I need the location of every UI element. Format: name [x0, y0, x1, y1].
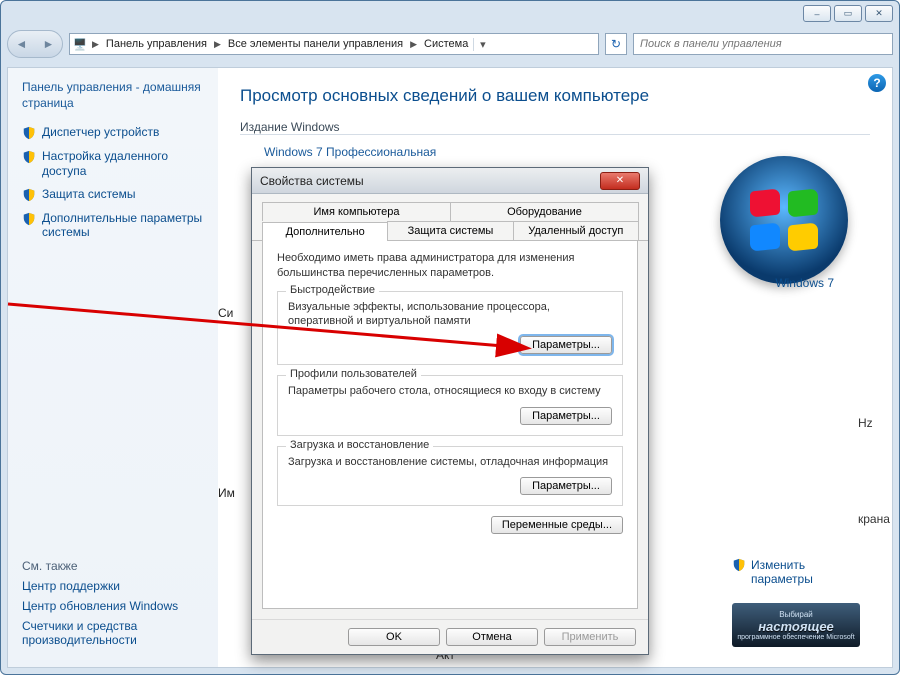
- sidebar-link-label: Дополнительные параметры системы: [42, 211, 204, 240]
- group-startup-recovery: Загрузка и восстановление Загрузка и вос…: [277, 446, 623, 506]
- see-also-link[interactable]: Центр обновления Windows: [22, 599, 204, 613]
- sidebar-link-label: Защита системы: [42, 187, 135, 201]
- forward-icon[interactable]: ►: [35, 31, 62, 57]
- badge-line: настоящее: [758, 619, 834, 634]
- shield-icon: [22, 150, 36, 164]
- sidebar-link-label: Настройка удаленного доступа: [42, 149, 204, 178]
- see-also-header: См. также: [22, 559, 204, 573]
- group-description: Визуальные эффекты, использование процес…: [288, 300, 612, 329]
- maximize-button[interactable]: ▭: [834, 5, 862, 22]
- group-legend: Быстродействие: [286, 284, 379, 296]
- chevron-right-icon[interactable]: ▶: [90, 39, 101, 50]
- group-legend: Загрузка и восстановление: [286, 439, 433, 451]
- search-box[interactable]: [633, 33, 893, 55]
- windows-logo: [720, 156, 848, 284]
- window-controls: – ▭ ✕: [803, 5, 893, 22]
- sidebar: Панель управления - домашняя страница Ди…: [8, 68, 218, 667]
- admin-rights-note: Необходимо иметь права администратора дл…: [277, 251, 623, 281]
- control-panel-icon: 🖥️: [70, 38, 90, 51]
- see-also-link[interactable]: Центр поддержки: [22, 579, 204, 593]
- obscured-text: Hz: [858, 416, 873, 430]
- cancel-button[interactable]: Отмена: [446, 628, 538, 646]
- breadcrumb-seg[interactable]: Панель управления: [101, 38, 212, 50]
- tab-system-protection[interactable]: Защита системы: [387, 221, 513, 240]
- shield-icon: [732, 558, 746, 575]
- obscured-label: Си: [218, 306, 233, 320]
- chevron-right-icon[interactable]: ▶: [212, 39, 223, 50]
- sidebar-link-remote-settings[interactable]: Настройка удаленного доступа: [22, 149, 204, 178]
- group-legend: Профили пользователей: [286, 368, 421, 380]
- close-button[interactable]: ✕: [865, 5, 893, 22]
- shield-icon: [22, 126, 36, 140]
- tab-advanced[interactable]: Дополнительно: [262, 222, 388, 241]
- section-windows-edition: Издание Windows: [240, 120, 870, 135]
- tab-computer-name[interactable]: Имя компьютера: [262, 202, 451, 221]
- tab-remote[interactable]: Удаленный доступ: [513, 221, 639, 240]
- sidebar-link-advanced-settings[interactable]: Дополнительные параметры системы: [22, 211, 204, 240]
- shield-icon: [22, 188, 36, 202]
- obscured-label: Им: [218, 486, 235, 500]
- change-settings-link[interactable]: Изменить параметры: [732, 558, 852, 586]
- windows-flag-icon: [750, 190, 818, 250]
- see-also-section: См. также Центр поддержки Центр обновлен…: [22, 559, 204, 653]
- address-bar: ◄ ► 🖥️ ▶ Панель управления ▶ Все элемент…: [1, 27, 899, 61]
- see-also-link[interactable]: Счетчики и средства производительности: [22, 619, 204, 647]
- back-icon[interactable]: ◄: [8, 31, 35, 57]
- user-profiles-settings-button[interactable]: Параметры...: [520, 407, 612, 425]
- minimize-button[interactable]: –: [803, 5, 831, 22]
- explorer-window: – ▭ ✕ ◄ ► 🖥️ ▶ Панель управления ▶ Все э…: [0, 0, 900, 675]
- control-panel-home-link[interactable]: Панель управления - домашняя страница: [22, 80, 204, 111]
- breadcrumb[interactable]: 🖥️ ▶ Панель управления ▶ Все элементы па…: [69, 33, 599, 55]
- apply-button[interactable]: Применить: [544, 628, 636, 646]
- group-user-profiles: Профили пользователей Параметры рабочего…: [277, 375, 623, 435]
- sidebar-link-system-protection[interactable]: Защита системы: [22, 187, 204, 202]
- performance-settings-button[interactable]: Параметры...: [520, 336, 612, 354]
- tab-hardware[interactable]: Оборудование: [450, 202, 639, 221]
- help-icon[interactable]: ?: [868, 74, 886, 92]
- sidebar-link-label: Диспетчер устройств: [42, 125, 159, 139]
- group-performance: Быстродействие Визуальные эффекты, испол…: [277, 291, 623, 366]
- change-settings-label: Изменить параметры: [751, 558, 852, 586]
- sidebar-link-device-manager[interactable]: Диспетчер устройств: [22, 125, 204, 140]
- breadcrumb-seg[interactable]: Система: [419, 38, 473, 50]
- dialog-titlebar[interactable]: Свойства системы ✕: [252, 168, 648, 194]
- refresh-button[interactable]: ↻: [605, 33, 627, 55]
- system-properties-dialog: Свойства системы ✕ Имя компьютера Оборуд…: [251, 167, 649, 655]
- breadcrumb-seg[interactable]: Все элементы панели управления: [223, 38, 408, 50]
- badge-line: Выбирай: [779, 610, 813, 619]
- dialog-footer: OK Отмена Применить: [252, 619, 648, 654]
- nav-back-forward[interactable]: ◄ ►: [7, 30, 63, 58]
- chevron-right-icon[interactable]: ▶: [408, 39, 419, 50]
- search-input[interactable]: [634, 38, 892, 50]
- shield-icon: [22, 212, 36, 226]
- genuine-microsoft-badge[interactable]: Выбирай настоящее программное обеспечени…: [732, 603, 860, 647]
- tab-page-advanced: Необходимо иметь права администратора дл…: [262, 241, 638, 609]
- obscured-text: крана: [858, 512, 890, 526]
- startup-recovery-settings-button[interactable]: Параметры...: [520, 477, 612, 495]
- group-description: Загрузка и восстановление системы, отлад…: [288, 455, 612, 469]
- breadcrumb-dropdown[interactable]: ▾: [473, 38, 491, 51]
- ok-button[interactable]: OK: [348, 628, 440, 646]
- environment-variables-button[interactable]: Переменные среды...: [491, 516, 623, 534]
- dialog-title: Свойства системы: [260, 174, 364, 188]
- page-title: Просмотр основных сведений о вашем компь…: [240, 86, 870, 106]
- windows-7-brand-text: Windows 7: [775, 276, 834, 290]
- group-description: Параметры рабочего стола, относящиеся ко…: [288, 384, 612, 398]
- dialog-close-button[interactable]: ✕: [600, 172, 640, 190]
- badge-line: программное обеспечение Microsoft: [737, 634, 854, 641]
